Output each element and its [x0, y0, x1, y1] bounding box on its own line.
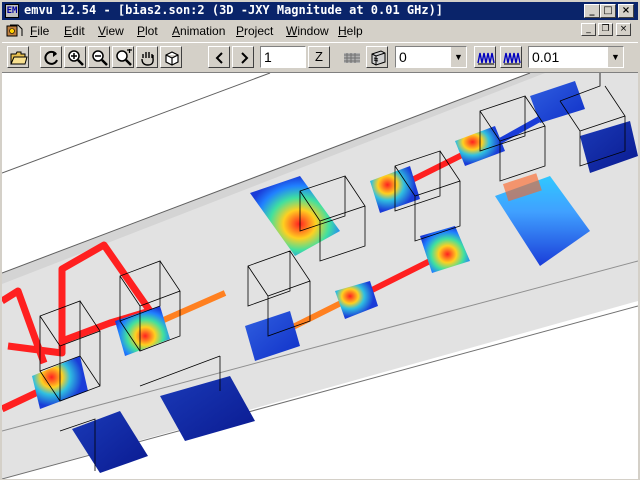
level-combobox-value: 0	[399, 49, 407, 65]
rotate-icon	[44, 50, 58, 65]
arrow-left-icon	[215, 52, 223, 64]
document-icon[interactable]	[6, 23, 24, 38]
open-button[interactable]	[7, 46, 29, 68]
waveform-button[interactable]	[474, 46, 496, 68]
hand-pan-icon	[141, 52, 154, 66]
zoom-window-button[interactable]	[112, 46, 134, 68]
menu-file[interactable]: File	[30, 24, 49, 38]
chevron-down-icon[interactable]: ▼	[607, 47, 623, 67]
title-bar[interactable]: EM emvu 12.54 - [bias2.son:2 (3D -JXY Ma…	[2, 2, 638, 20]
application-window: EM emvu 12.54 - [bias2.son:2 (3D -JXY Ma…	[0, 0, 640, 480]
minimize-button[interactable]: _	[584, 4, 600, 18]
app-icon[interactable]: EM	[5, 4, 19, 18]
menu-view[interactable]: View	[98, 24, 124, 38]
zoom-in-button[interactable]	[64, 46, 86, 68]
rotate-button[interactable]	[40, 46, 62, 68]
next-button[interactable]	[232, 46, 254, 68]
menu-bar: File Edit View Plot Animation Project Wi…	[2, 21, 638, 40]
menu-edit[interactable]: Edit	[64, 24, 85, 38]
chevron-down-icon[interactable]: ▼	[450, 47, 466, 67]
maximize-button[interactable]: □	[600, 4, 616, 18]
zoom-out-icon	[92, 50, 108, 66]
waveform-icon	[477, 52, 495, 65]
window-title: emvu 12.54 - [bias2.son:2 (3D -JXY Magni…	[24, 3, 444, 17]
3d-view-canvas[interactable]	[2, 72, 638, 479]
substrate-surface	[2, 73, 638, 479]
view-3d-button[interactable]	[160, 46, 182, 68]
frame-number-input[interactable]: 1	[260, 46, 306, 68]
layers-button[interactable]	[366, 46, 388, 68]
zoom-in-icon	[68, 50, 84, 66]
zoom-window-icon	[116, 49, 132, 66]
pan-button[interactable]	[136, 46, 158, 68]
mdi-restore-button[interactable]: ❐	[598, 23, 613, 36]
menu-project[interactable]: Project	[236, 24, 273, 38]
box-outline-far	[2, 73, 271, 174]
menu-window[interactable]: Window	[286, 24, 329, 38]
current-density-plot[interactable]	[2, 73, 638, 479]
frequency-combobox[interactable]: 0.01 ▼	[528, 46, 624, 68]
frequency-combobox-value: 0.01	[532, 49, 560, 65]
zoom-out-button[interactable]	[88, 46, 110, 68]
waveform-alt-button[interactable]	[500, 46, 522, 68]
waveform-double-icon	[503, 52, 521, 65]
folder-open-icon	[10, 51, 28, 65]
menu-help[interactable]: Help	[338, 24, 363, 38]
mdi-close-button[interactable]: ×	[616, 23, 631, 36]
close-button[interactable]: ×	[618, 4, 634, 18]
cube-view-icon	[165, 51, 179, 66]
surface-button[interactable]	[340, 46, 362, 68]
z-button[interactable]: Z	[308, 46, 330, 68]
level-combobox[interactable]: 0 ▼	[395, 46, 467, 68]
menu-plot[interactable]: Plot	[137, 24, 158, 38]
arrow-right-icon	[241, 52, 249, 64]
previous-button[interactable]	[208, 46, 230, 68]
layers-icon	[371, 50, 386, 66]
mesh-surface-icon	[344, 53, 360, 63]
menu-animation[interactable]: Animation	[172, 24, 225, 38]
toolbar: 1 Z 0 ▼ 0.01 ▼	[2, 42, 638, 73]
mdi-minimize-button[interactable]: _	[581, 23, 596, 36]
